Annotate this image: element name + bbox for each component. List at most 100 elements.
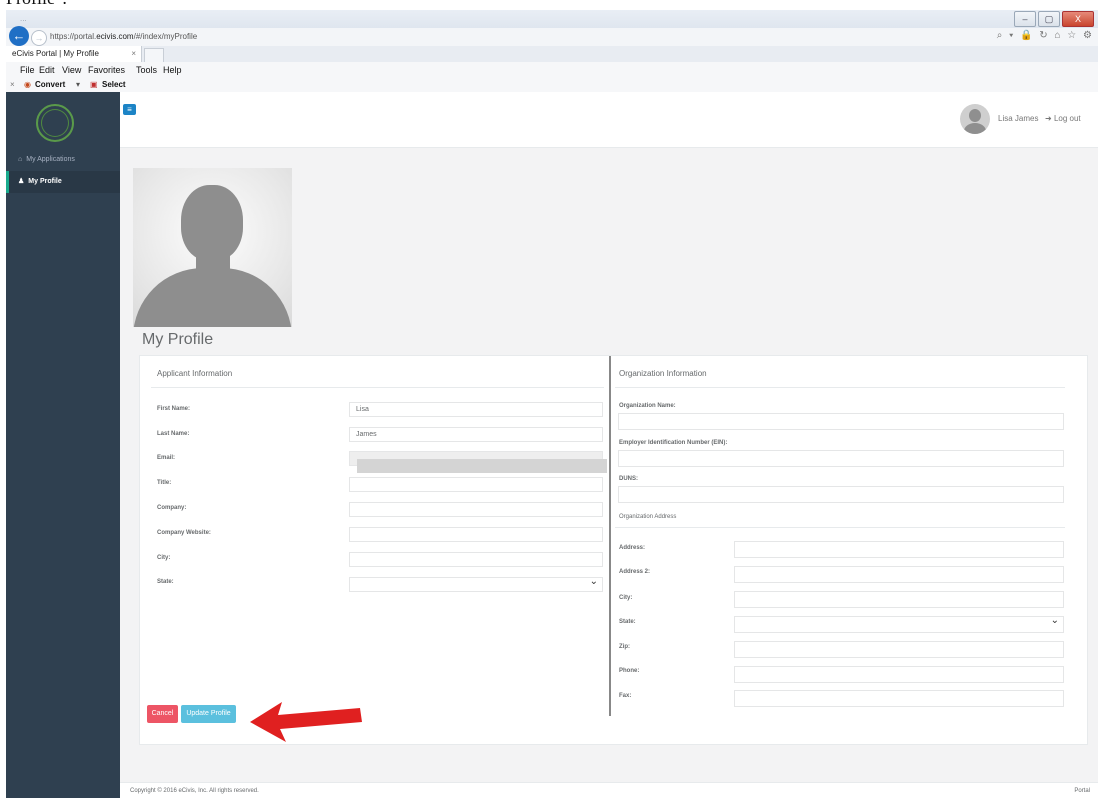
silhouette-body — [133, 268, 292, 327]
phone-label: Phone: — [619, 668, 640, 674]
address-2-label: Address 2: — [619, 569, 651, 575]
close-tab-icon[interactable]: × — [131, 46, 136, 62]
top-navbar: ≡ Lisa James ➜ Log out — [120, 92, 1098, 148]
new-tab-button[interactable] — [144, 48, 164, 63]
sidebar-item-my-profile[interactable]: ♟ My Profile — [6, 171, 120, 193]
sidebar-item-label: My Profile — [28, 178, 62, 185]
select-icon: ▣ — [90, 80, 98, 89]
divider — [615, 387, 1065, 388]
person-silhouette-icon — [181, 185, 243, 261]
address-input[interactable] — [734, 541, 1064, 558]
browser-title-bar: ... – ▢ X — [6, 10, 1098, 28]
applicant-section-title: Applicant Information — [157, 369, 233, 378]
close-commandbar-icon[interactable]: × — [10, 80, 15, 89]
close-window-button[interactable]: X — [1062, 11, 1094, 27]
company-website-input[interactable] — [349, 527, 603, 542]
page-title: My Profile — [142, 331, 214, 348]
footer-portal-text: Portal — [1074, 788, 1090, 794]
city-label: City: — [157, 555, 171, 561]
ein-input[interactable] — [618, 450, 1064, 467]
city-input[interactable] — [349, 552, 603, 567]
org-state-label: State: — [619, 619, 636, 625]
sidebar: ⌂ My Applications ♟ My Profile — [6, 92, 120, 798]
avatar[interactable] — [960, 104, 990, 134]
url-path: /#/index/myProfile — [133, 32, 198, 41]
forward-arrow-icon[interactable]: → — [31, 30, 47, 46]
state-select[interactable] — [349, 575, 603, 592]
zip-input[interactable] — [734, 641, 1064, 658]
hamburger-menu-icon[interactable]: ≡ — [123, 104, 136, 115]
org-state-select[interactable] — [734, 614, 1064, 633]
tab-title: eCivis Portal | My Profile — [12, 49, 99, 58]
cancel-button[interactable]: Cancel — [147, 705, 178, 723]
logout-link[interactable]: ➜ Log out — [1045, 114, 1081, 123]
window-controls: – ▢ X — [1014, 11, 1094, 27]
user-name: Lisa James — [998, 114, 1039, 123]
menu-edit[interactable]: Edit — [39, 65, 55, 75]
first-name-input[interactable]: Lisa — [349, 402, 603, 417]
sidebar-item-label: My Applications — [26, 156, 75, 163]
menu-favorites[interactable]: Favorites — [88, 65, 125, 75]
profile-photo-placeholder[interactable] — [133, 168, 292, 327]
org-city-input[interactable] — [734, 591, 1064, 608]
convert-icon: ◉ — [24, 80, 31, 89]
divider — [151, 387, 604, 388]
fax-label: Fax: — [619, 693, 632, 699]
email-label: Email: — [157, 455, 176, 461]
back-arrow-icon[interactable]: ← — [9, 26, 29, 46]
browser-menu-bar: File Edit View Favorites Tools Help — [6, 62, 1098, 78]
phone-input[interactable] — [734, 666, 1064, 683]
last-name-label: Last Name: — [157, 431, 190, 437]
browser-toolbar-icons[interactable]: ⌕ ▾ 🔒 ↻ ⌂ ☆ ⚙ — [997, 30, 1094, 41]
url-prefix: https://portal. — [50, 32, 97, 41]
state-label: State: — [157, 579, 174, 585]
zip-label: Zip: — [619, 644, 630, 650]
address-label: Address: — [619, 545, 646, 551]
update-profile-button[interactable]: Update Profile — [181, 705, 236, 723]
menu-tools[interactable]: Tools — [136, 65, 157, 75]
user-icon: ♟ — [18, 178, 25, 185]
address-bar[interactable]: https://portal.ecivis.com/#/index/myProf… — [50, 30, 238, 43]
duns-label: DUNS: — [619, 476, 638, 482]
organization-section-title: Organization Information — [619, 369, 707, 378]
title-label: Title: — [157, 480, 172, 486]
convert-button[interactable]: Convert — [35, 80, 65, 89]
logout-icon: ➜ — [1045, 114, 1054, 123]
last-name-input[interactable]: James — [349, 427, 603, 442]
company-input[interactable] — [349, 502, 603, 517]
company-website-label: Company Website: — [157, 530, 211, 536]
address-bar-row: ← → https://portal.ecivis.com/#/index/my… — [6, 26, 1098, 46]
tab-my-profile[interactable]: eCivis Portal | My Profile × — [6, 46, 142, 62]
sidebar-item-my-applications[interactable]: ⌂ My Applications — [6, 149, 120, 171]
first-name-label: First Name: — [157, 406, 191, 412]
menu-view[interactable]: View — [62, 65, 81, 75]
menu-help[interactable]: Help — [163, 65, 182, 75]
profile-form-panel: Applicant Information First Name: Lisa L… — [139, 355, 1088, 745]
ein-label: Employer Identification Number (EIN): — [619, 440, 728, 446]
minimize-button[interactable]: – — [1014, 11, 1036, 27]
address-2-input[interactable] — [734, 566, 1064, 583]
column-divider — [609, 356, 611, 716]
org-city-label: City: — [619, 595, 633, 601]
organization-name-input[interactable] — [618, 413, 1064, 430]
organization-name-label: Organization Name: — [619, 403, 676, 409]
duns-input[interactable] — [618, 486, 1064, 503]
fax-input[interactable] — [734, 690, 1064, 707]
select-button[interactable]: Select — [102, 80, 126, 89]
url-domain: ecivis.com — [96, 32, 134, 41]
company-label: Company: — [157, 505, 187, 511]
redaction-box — [357, 459, 607, 473]
menu-file[interactable]: File — [20, 65, 35, 75]
maximize-button[interactable]: ▢ — [1038, 11, 1060, 27]
divider — [615, 527, 1065, 528]
document-text-fragment: Profile". — [0, 0, 1098, 10]
tab-strip: eCivis Portal | My Profile × — [6, 46, 1098, 63]
title-input[interactable] — [349, 477, 603, 492]
copyright-text: Copyright © 2016 eCivis, Inc. All rights… — [130, 788, 259, 794]
convert-dropdown-icon[interactable]: ▾ — [76, 80, 80, 89]
organization-address-heading: Organization Address — [619, 514, 677, 520]
main-content: My Profile Applicant Information First N… — [120, 148, 1098, 782]
annotation-arrow-icon — [250, 702, 362, 742]
footer: Copyright © 2016 eCivis, Inc. All rights… — [120, 782, 1098, 799]
command-bar: × ◉ Convert ▾ ▣ Select — [6, 78, 1098, 93]
